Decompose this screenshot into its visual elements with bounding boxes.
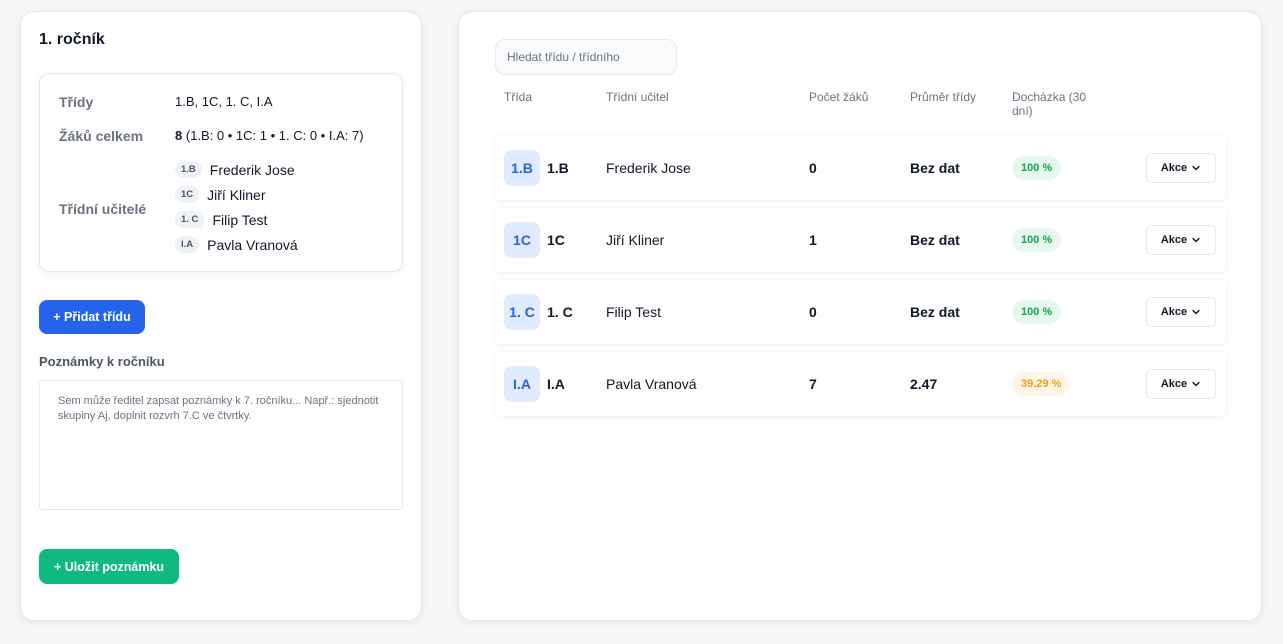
teacher-name: Filip Test [212, 211, 268, 228]
students-label: Žáků celkem [59, 128, 144, 144]
students-value: 8 (1.B: 0 • 1C: 1 • 1. C: 0 • I.A: 7) [175, 128, 364, 143]
table-row[interactable]: I.A I.A Pavla Vranová 7 2.47 39.29 % Akc… [495, 352, 1226, 416]
search-input[interactable] [495, 39, 677, 75]
chevron-down-icon [1192, 309, 1200, 315]
grade-notes-textarea[interactable] [39, 380, 403, 510]
header-class: Třída [504, 90, 533, 104]
class-pill: 1C [175, 186, 200, 203]
table-row[interactable]: 1. C 1. C Filip Test 0 Bez dat 100 % Akc… [495, 280, 1226, 344]
classes-label: Třídy [59, 94, 94, 110]
class-average: 2.47 [910, 376, 938, 392]
teacher-item: I.A Pavla Vranová [175, 236, 298, 253]
header-teacher: Třídní učitel [606, 90, 669, 104]
notes-label: Poznámky k ročníku [39, 354, 165, 369]
class-name: I.A [547, 376, 565, 392]
class-pill: 1. C [175, 211, 205, 228]
teacher-name: Filip Test [606, 304, 661, 320]
class-name: 1. C [547, 304, 573, 320]
table-row[interactable]: 1.B 1.B Frederik Jose 0 Bez dat 100 % Ak… [495, 136, 1226, 200]
header-count: Počet žáků [809, 90, 869, 104]
teacher-item: 1C Jiří Kliner [175, 186, 266, 203]
attendance-badge: 39.29 % [1012, 372, 1071, 396]
teacher-name: Jiří Kliner [606, 232, 665, 248]
student-count: 0 [809, 304, 817, 320]
student-count: 1 [809, 232, 817, 248]
actions-label: Akce [1160, 234, 1188, 246]
class-avatar: 1C [504, 222, 540, 258]
class-average: Bez dat [910, 232, 960, 248]
chevron-down-icon [1192, 381, 1200, 387]
actions-button[interactable]: Akce [1146, 369, 1216, 399]
attendance-badge: 100 % [1012, 300, 1062, 324]
class-avatar: I.A [504, 366, 540, 402]
chevron-down-icon [1192, 237, 1200, 243]
actions-label: Akce [1160, 378, 1188, 390]
class-pill: I.A [175, 236, 200, 253]
actions-label: Akce [1160, 306, 1188, 318]
attendance-badge: 100 % [1012, 156, 1062, 180]
save-note-button[interactable]: + Uložit poznámku [39, 549, 179, 584]
teacher-name: Pavla Vranová [606, 376, 697, 392]
class-avatar: 1.B [504, 150, 540, 186]
teacher-name: Frederik Jose [606, 160, 691, 176]
actions-button[interactable]: Akce [1146, 153, 1216, 183]
actions-button[interactable]: Akce [1146, 225, 1216, 255]
classes-value: 1.B, 1C, 1. C, I.A [175, 94, 273, 109]
header-attendance: Docházka (30 dní) [1012, 90, 1087, 118]
class-avatar: 1. C [504, 294, 540, 330]
grade-summary-card: Třídy 1.B, 1C, 1. C, I.A Žáků celkem 8 (… [39, 73, 403, 272]
actions-button[interactable]: Akce [1146, 297, 1216, 327]
class-name: 1C [547, 232, 565, 248]
chevron-down-icon [1192, 165, 1200, 171]
class-average: Bez dat [910, 160, 960, 176]
class-pill: 1.B [175, 161, 202, 178]
attendance-badge: 100 % [1012, 228, 1062, 252]
add-class-button[interactable]: + Přidat třídu [39, 300, 145, 334]
table-row[interactable]: 1C 1C Jiří Kliner 1 Bez dat 100 % Akce [495, 208, 1226, 272]
class-average: Bez dat [910, 304, 960, 320]
grade-title: 1. ročník [39, 31, 105, 48]
students-breakdown: (1.B: 0 • 1C: 1 • 1. C: 0 • I.A: 7) [185, 128, 364, 143]
student-count: 0 [809, 160, 817, 176]
student-count: 7 [809, 376, 817, 392]
teacher-item: 1.B Frederik Jose [175, 161, 295, 178]
teacher-name: Frederik Jose [209, 161, 295, 178]
class-name: 1.B [547, 160, 569, 176]
teacher-name: Jiří Kliner [207, 186, 266, 203]
teachers-label: Třídní učitelé [59, 201, 147, 217]
actions-label: Akce [1160, 162, 1188, 174]
students-total: 8 [175, 128, 183, 143]
teacher-item: 1. C Filip Test [175, 211, 267, 228]
header-avg: Průměr třídy [910, 90, 977, 104]
classes-panel: Třída Třídní učitel Počet žáků Průměr tř… [458, 11, 1262, 621]
teacher-name: Pavla Vranová [207, 236, 298, 253]
grade-panel: 1. ročník Třídy 1.B, 1C, 1. C, I.A Žáků … [20, 11, 422, 621]
